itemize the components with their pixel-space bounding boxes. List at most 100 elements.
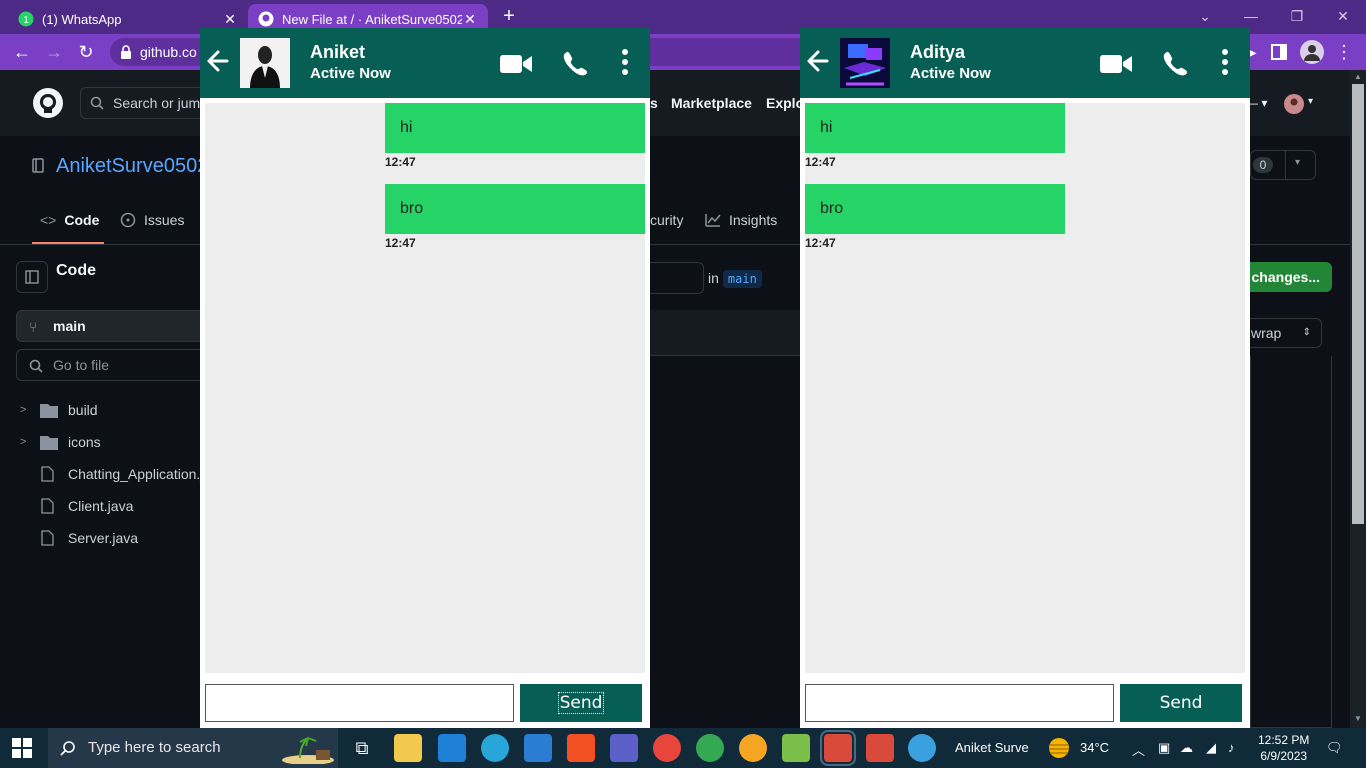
avatar-caret-icon[interactable]: ▾ <box>1308 96 1313 107</box>
search-icon <box>29 359 43 373</box>
app-icon[interactable] <box>782 734 810 762</box>
chrome-profile-icon[interactable] <box>653 734 681 762</box>
task-view-icon[interactable]: ⧉ <box>348 734 376 762</box>
phone-call-icon[interactable] <box>1162 50 1188 76</box>
java-app-icon[interactable] <box>866 734 894 762</box>
commit-changes-button[interactable]: t changes... <box>1236 262 1332 292</box>
volume-icon[interactable]: ♪ <box>1228 740 1235 755</box>
video-call-icon[interactable] <box>1100 54 1132 74</box>
onedrive-icon[interactable]: ☁ <box>1180 740 1193 756</box>
message-area[interactable]: hi 12:47 bro 12:47 <box>805 103 1245 673</box>
nav-partial[interactable]: s <box>650 95 658 111</box>
user-avatar[interactable] <box>1284 94 1304 114</box>
video-editor-icon[interactable] <box>610 734 638 762</box>
scroll-thumb[interactable] <box>1352 84 1364 524</box>
minimize-icon[interactable]: — <box>1228 4 1274 28</box>
browser-menu-icon[interactable]: ⋮ <box>1332 40 1356 64</box>
temperature[interactable]: 34°C <box>1080 740 1109 755</box>
search-highlight-illustration <box>282 737 334 764</box>
close-window-icon[interactable]: ✕ <box>1320 4 1366 28</box>
windows-start-icon[interactable] <box>12 738 32 758</box>
reload-icon[interactable]: ↻ <box>74 40 98 64</box>
nav-marketplace[interactable]: Marketplace <box>671 95 752 111</box>
tree-folder-icons[interactable]: > icons <box>20 430 101 454</box>
branch-name: main <box>53 318 86 334</box>
video-call-icon[interactable] <box>500 54 532 74</box>
brave-icon[interactable] <box>739 734 767 762</box>
branch-selector[interactable]: ⑂ main <box>16 310 216 342</box>
code-icon: <> <box>40 212 57 228</box>
mail-icon[interactable] <box>524 734 552 762</box>
wifi-icon[interactable]: ◢ <box>1206 740 1216 756</box>
tray-overflow-icon[interactable]: ︿ <box>1132 740 1145 759</box>
tree-file-server[interactable]: Server.java <box>20 526 138 550</box>
vscode-icon[interactable] <box>438 734 466 762</box>
tree-file-client[interactable]: Client.java <box>20 494 133 518</box>
chat-window-aditya: Aditya Active Now hi 12:47 bro 12:47 Sen… <box>800 28 1250 728</box>
github-logo-icon[interactable] <box>32 87 64 119</box>
contact-status: Active Now <box>910 65 991 82</box>
tab-insights[interactable]: Insights <box>705 212 777 228</box>
taskbar-clock[interactable]: 12:52 PM 6/9/2023 <box>1258 732 1309 764</box>
back-arrow-icon[interactable] <box>204 48 230 74</box>
more-options-icon[interactable] <box>620 48 630 76</box>
send-button[interactable]: Send <box>520 684 642 722</box>
taskbar-user-name[interactable]: Aniket Surve <box>955 740 1029 755</box>
tree-file-chatting-application[interactable]: Chatting_Application.j <box>20 462 203 486</box>
new-tab-button[interactable]: + <box>498 6 520 28</box>
close-tab-icon[interactable]: ✕ <box>222 11 238 28</box>
scroll-down-icon[interactable]: ▼ <box>1354 714 1362 723</box>
store-icon[interactable] <box>567 734 595 762</box>
back-arrow-icon[interactable] <box>804 48 830 74</box>
file-icon <box>41 466 54 482</box>
branch-icon: ⑂ <box>29 319 38 335</box>
repo-name-link[interactable]: AniketSurve0502 <box>56 155 208 178</box>
java-app-icon[interactable] <box>820 730 856 766</box>
message-area[interactable]: hi 12:47 bro 12:47 <box>205 103 645 673</box>
tab-security[interactable]: curity <box>650 212 683 228</box>
message-input[interactable] <box>805 684 1114 722</box>
tab-search-icon[interactable]: ⌄ <box>1182 4 1228 28</box>
file-name-input[interactable] <box>650 262 704 294</box>
star-count-button[interactable]: 0 ▾ <box>1250 150 1316 180</box>
taskbar-search-box[interactable]: Type here to search <box>48 728 338 768</box>
tab-issues[interactable]: Issues <box>120 212 184 228</box>
clock-date: 6/9/2023 <box>1260 749 1308 763</box>
profile-avatar[interactable] <box>1300 40 1324 64</box>
more-options-icon[interactable] <box>1220 48 1230 76</box>
go-to-file-input[interactable]: Go to file <box>16 349 216 381</box>
scroll-up-icon[interactable]: ▲ <box>1354 72 1362 81</box>
tree-item-label: build <box>68 402 98 418</box>
file-explorer-icon[interactable] <box>394 734 422 762</box>
editor-pane[interactable] <box>1250 356 1332 728</box>
tree-folder-build[interactable]: > build <box>20 398 98 422</box>
back-icon[interactable]: ← <box>10 40 34 64</box>
whatsapp-icon: 1 <box>18 11 34 27</box>
paint-icon[interactable] <box>908 734 936 762</box>
forward-icon[interactable]: → <box>42 40 66 64</box>
tab-issues-label: Issues <box>144 212 185 228</box>
tab-code[interactable]: <> Code <box>40 212 99 228</box>
message-input[interactable] <box>205 684 514 722</box>
send-button[interactable]: Send <box>1120 684 1242 722</box>
notification-icon[interactable]: 🗨 <box>1326 740 1343 756</box>
phone-call-icon[interactable] <box>562 50 588 76</box>
close-tab-icon[interactable]: ✕ <box>462 11 478 28</box>
in-branch-label: in main <box>708 270 762 288</box>
contact-avatar[interactable] <box>840 38 890 88</box>
nav-explore[interactable]: Explo <box>766 95 804 111</box>
contact-avatar[interactable] <box>240 38 290 88</box>
sidebar-toggle-icon[interactable] <box>1271 44 1287 60</box>
tree-item-label: icons <box>68 434 101 450</box>
weather-icon[interactable] <box>1046 736 1072 760</box>
chrome-icon[interactable] <box>696 734 724 762</box>
tab-insights-label: Insights <box>729 212 778 228</box>
chat-header: Aniket Active Now <box>200 28 650 98</box>
edge-icon[interactable] <box>481 734 509 762</box>
message-bubble: hi <box>805 103 1065 153</box>
page-scrollbar[interactable]: ▲ ▼ <box>1350 70 1366 728</box>
meet-now-icon[interactable]: ▣ <box>1158 740 1170 756</box>
restore-icon[interactable]: ❐ <box>1274 4 1320 28</box>
message-time: 12:47 <box>805 236 836 250</box>
collapse-sidebar-button[interactable] <box>16 261 48 293</box>
